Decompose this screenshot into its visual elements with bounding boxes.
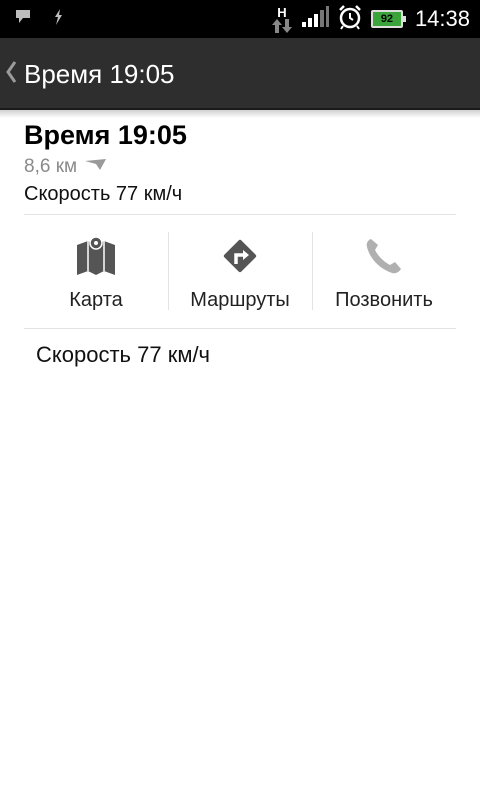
divider — [24, 328, 456, 329]
direction-arrow-icon — [85, 156, 107, 178]
map-button[interactable]: Карта — [24, 232, 168, 312]
distance-label: 8,6 км — [24, 156, 78, 177]
map-button-label: Карта — [69, 289, 123, 311]
action-bar-shadow — [0, 110, 480, 118]
clock: 14:38 — [414, 6, 470, 31]
phone-icon — [362, 234, 406, 278]
data-activity-icon: H — [271, 6, 293, 33]
notification-icon — [14, 8, 34, 31]
status-icons: H 92 14:38 — [271, 0, 470, 38]
place-title: Время 19:05 — [24, 120, 187, 150]
description-text: Скорость 77 км/ч — [36, 342, 211, 367]
action-bar: Время 19:05 — [0, 38, 480, 110]
distance-row: 8,6 км — [24, 156, 107, 178]
action-row: Карта Маршруты Позвонить — [24, 232, 456, 312]
map-icon — [74, 234, 118, 278]
status-bar: H 92 14:38 — [0, 0, 480, 38]
alarm-icon — [337, 4, 363, 35]
network-type-label: H — [277, 4, 287, 20]
call-button[interactable]: Позвонить — [312, 232, 456, 312]
routes-button-label: Маршруты — [190, 289, 290, 311]
notification-area — [14, 8, 64, 31]
speed-label: Скорость 77 км/ч — [24, 183, 183, 205]
signal-icon — [301, 5, 329, 33]
battery-icon: 92 — [370, 10, 406, 28]
chevron-left-icon[interactable] — [5, 60, 17, 89]
routes-button[interactable]: Маршруты — [168, 232, 312, 312]
route-icon — [218, 234, 262, 278]
battery-level: 92 — [380, 12, 394, 25]
call-button-label: Позвонить — [335, 289, 433, 311]
divider — [24, 214, 456, 215]
action-bar-title[interactable]: Время 19:05 — [24, 59, 175, 90]
usb-icon — [52, 9, 64, 30]
